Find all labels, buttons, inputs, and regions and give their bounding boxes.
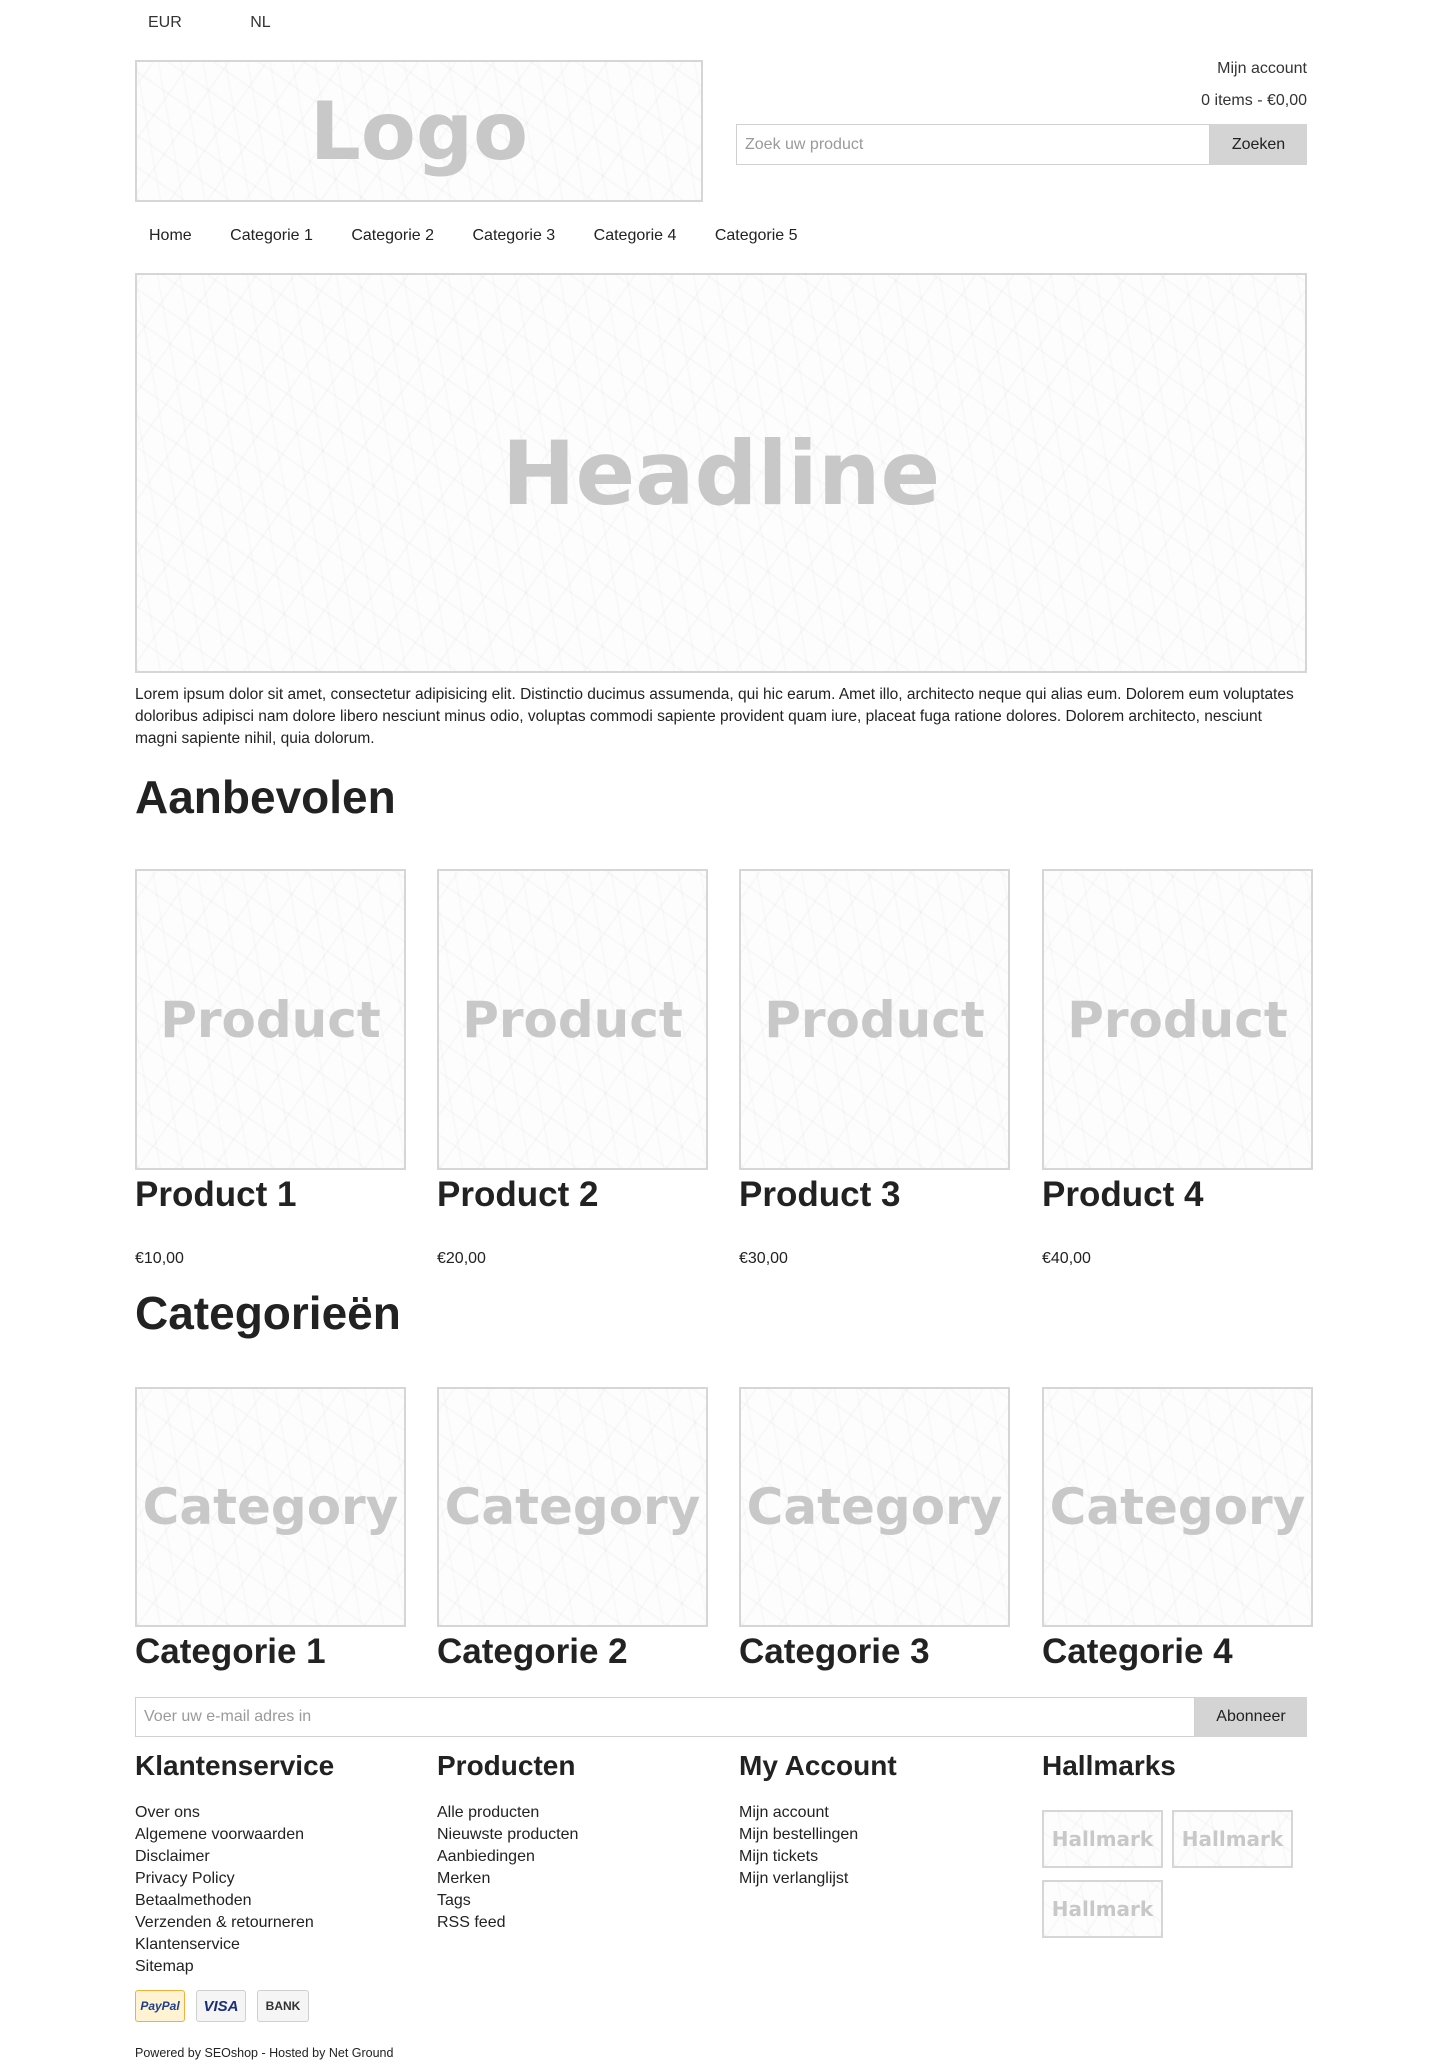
footer-heading: Producten (437, 1750, 576, 1781)
footer-link[interactable]: RSS feed (437, 1912, 717, 1934)
newsletter-email-input[interactable] (135, 1697, 1195, 1737)
footer-column-hallmarks: Hallmarks (1042, 1750, 1322, 1802)
category-image-text: Category (142, 1478, 399, 1536)
category-image[interactable]: Category (1042, 1387, 1313, 1627)
footer-link[interactable]: Mijn account (739, 1802, 1019, 1824)
hallmark-badge[interactable]: Hallmark (1172, 1810, 1293, 1868)
footer-link[interactable]: Privacy Policy (135, 1868, 415, 1890)
logo[interactable]: Logo (135, 60, 703, 202)
cart-summary-link[interactable]: 0 items - €0,00 (1201, 92, 1307, 110)
footer-link[interactable]: Tags (437, 1890, 717, 1912)
product-title[interactable]: Product 2 (437, 1175, 598, 1215)
subscribe-button[interactable]: Abonneer (1195, 1697, 1307, 1737)
bank-icon: BANK (257, 1990, 309, 2022)
hallmark-badge[interactable]: Hallmark (1042, 1880, 1163, 1938)
categories-heading: Categorieën (135, 1287, 401, 1339)
footer-link[interactable]: Mijn verlanglijst (739, 1868, 1019, 1890)
hallmark-text: Hallmark (1051, 1897, 1154, 1921)
product-title[interactable]: Product 1 (135, 1175, 296, 1215)
product-image[interactable]: Product (739, 869, 1010, 1170)
hero-banner[interactable]: Headline (135, 273, 1307, 673)
hallmark-text: Hallmark (1051, 1827, 1154, 1851)
main-nav: Home Categorie 1 Categorie 2 Categorie 3… (149, 227, 832, 245)
category-image[interactable]: Category (437, 1387, 708, 1627)
featured-heading: Aanbevolen (135, 771, 396, 823)
product-image-text: Product (160, 990, 381, 1049)
footer-heading: Hallmarks (1042, 1750, 1176, 1781)
footer-link[interactable]: Verzenden & retourneren (135, 1912, 415, 1934)
paypal-icon: PayPal (135, 1990, 185, 2022)
product-title[interactable]: Product 3 (739, 1175, 900, 1215)
my-account-link[interactable]: Mijn account (1217, 60, 1307, 78)
product-price: €30,00 (739, 1250, 788, 1267)
footer-column-products: Producten Alle producten Nieuwste produc… (437, 1750, 717, 1934)
visa-icon: VISA (196, 1990, 246, 2022)
category-image-text: Category (444, 1478, 701, 1536)
footer-link[interactable]: Mijn bestellingen (739, 1824, 1019, 1846)
footer-link[interactable]: Sitemap (135, 1956, 415, 1978)
hallmark-badge[interactable]: Hallmark (1042, 1810, 1163, 1868)
footer-link[interactable]: Nieuwste producten (437, 1824, 717, 1846)
hallmark-text: Hallmark (1181, 1827, 1284, 1851)
category-title[interactable]: Categorie 2 (437, 1632, 628, 1672)
nav-item-home[interactable]: Home (149, 227, 192, 245)
category-title[interactable]: Categorie 3 (739, 1632, 930, 1672)
category-image-text: Category (746, 1478, 1003, 1536)
footer-link[interactable]: Algemene voorwaarden (135, 1824, 415, 1846)
product-image-text: Product (764, 990, 985, 1049)
footer-link-list: Over ons Algemene voorwaarden Disclaimer… (135, 1802, 415, 1978)
product-image[interactable]: Product (1042, 869, 1313, 1170)
footer-link[interactable]: Mijn tickets (739, 1846, 1019, 1868)
logo-text: Logo (309, 84, 529, 178)
language-selector[interactable]: NL (250, 14, 270, 32)
footer-link[interactable]: Over ons (135, 1802, 415, 1824)
footer-link-list: Mijn account Mijn bestellingen Mijn tick… (739, 1802, 1019, 1890)
category-image[interactable]: Category (135, 1387, 406, 1627)
category-title[interactable]: Categorie 4 (1042, 1632, 1233, 1672)
nav-item-categorie-3[interactable]: Categorie 3 (472, 227, 555, 245)
product-price: €10,00 (135, 1250, 184, 1267)
footer-link[interactable]: Klantenservice (135, 1934, 415, 1956)
footer-link[interactable]: Betaalmethoden (135, 1890, 415, 1912)
product-price: €20,00 (437, 1250, 486, 1267)
currency-selector[interactable]: EUR (148, 14, 182, 32)
hero-headline: Headline (501, 421, 941, 525)
intro-text: Lorem ipsum dolor sit amet, consectetur … (135, 686, 1294, 747)
product-price: €40,00 (1042, 1250, 1091, 1267)
category-image[interactable]: Category (739, 1387, 1010, 1627)
nav-item-categorie-4[interactable]: Categorie 4 (594, 227, 677, 245)
footer-link[interactable]: Alle producten (437, 1802, 717, 1824)
footer-column-customer-service: Klantenservice Over ons Algemene voorwaa… (135, 1750, 415, 1978)
footer-heading: My Account (739, 1750, 897, 1781)
footer-link[interactable]: Aanbiedingen (437, 1846, 717, 1868)
product-image[interactable]: Product (135, 869, 406, 1170)
category-image-text: Category (1049, 1478, 1306, 1536)
nav-item-categorie-1[interactable]: Categorie 1 (230, 227, 313, 245)
powered-by-text: Powered by SEOshop - Hosted by Net Groun… (135, 2046, 394, 2060)
product-image-text: Product (462, 990, 683, 1049)
product-image-text: Product (1067, 990, 1288, 1049)
search-button[interactable]: Zoeken (1210, 124, 1307, 165)
search-input[interactable] (736, 124, 1210, 165)
footer-link[interactable]: Merken (437, 1868, 717, 1890)
top-bar: EUR NL (148, 14, 335, 32)
footer-link[interactable]: Disclaimer (135, 1846, 415, 1868)
category-title[interactable]: Categorie 1 (135, 1632, 326, 1672)
product-image[interactable]: Product (437, 869, 708, 1170)
nav-item-categorie-5[interactable]: Categorie 5 (715, 227, 798, 245)
footer-heading: Klantenservice (135, 1750, 335, 1781)
nav-item-categorie-2[interactable]: Categorie 2 (351, 227, 434, 245)
footer-link-list: Alle producten Nieuwste producten Aanbie… (437, 1802, 717, 1934)
product-title[interactable]: Product 4 (1042, 1175, 1203, 1215)
footer-column-my-account: My Account Mijn account Mijn bestellinge… (739, 1750, 1019, 1890)
